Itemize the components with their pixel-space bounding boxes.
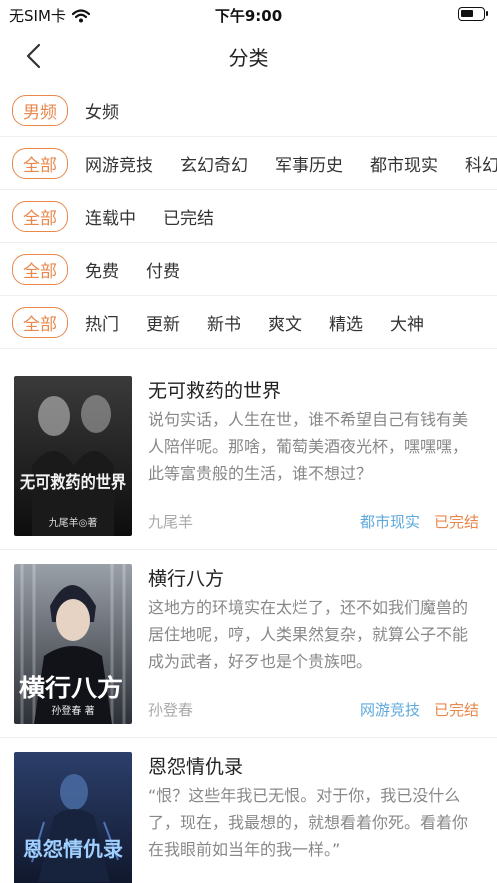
book-category-tag: 都市现实 — [359, 513, 420, 531]
filter-sort-master[interactable]: 大神 — [390, 308, 424, 337]
filter-status-all[interactable]: 全部 — [12, 200, 68, 232]
battery-icon — [458, 7, 488, 21]
page-title: 分类 — [228, 46, 269, 70]
book-status-tag: 已完结 — [433, 513, 479, 531]
book-author: 孙登春 — [148, 701, 194, 719]
filter-sort-updated[interactable]: 更新 — [146, 308, 180, 337]
filter-gender-male[interactable]: 男频 — [12, 94, 68, 126]
filter-sort-featured[interactable]: 精选 — [329, 308, 363, 337]
filter-genre-online-games[interactable]: 网游竞技 — [85, 149, 153, 178]
filter-row-sort: 全部 热门 更新 新书 爽文 精选 大神 — [0, 296, 497, 349]
filter-price-all[interactable]: 全部 — [12, 253, 68, 285]
book-title[interactable]: 无可救药的世界 — [148, 376, 281, 403]
filter-row-gender: 男频 女频 — [0, 84, 497, 137]
book-tags: 都市现实 已完结 — [360, 511, 479, 532]
filter-status-completed[interactable]: 已完结 — [163, 202, 214, 231]
book-title[interactable]: 横行八方 — [148, 564, 224, 591]
filter-price-paid[interactable]: 付费 — [146, 255, 180, 284]
cover-author-text: 九尾羊◎著 — [49, 516, 98, 529]
filter-gender-female[interactable]: 女频 — [85, 96, 119, 125]
book-item[interactable]: 横行八方 孙登春 著 横行八方 这地方的环境实在太烂了，还不如我们魔兽的居住地呢… — [0, 550, 497, 738]
filter-panel: 男频 女频 全部 网游竞技 玄幻奇幻 军事历史 都市现实 科幻 全部 连载中 已… — [0, 84, 497, 349]
book-category-tag: 网游竞技 — [359, 701, 420, 719]
filter-genre-fantasy[interactable]: 玄幻奇幻 — [180, 149, 248, 178]
filter-genre-scifi[interactable]: 科幻 — [465, 149, 497, 178]
filter-genre-military-history[interactable]: 军事历史 — [275, 149, 343, 178]
book-author: 九尾羊 — [148, 513, 194, 531]
book-description: “恨？这些年我已无恨。对于你，我已没什么了，现在，我最想的，就想看着你死。看着你… — [148, 786, 469, 859]
cover-title-text: 横行八方 — [19, 674, 123, 702]
filter-sort-all[interactable]: 全部 — [12, 306, 68, 338]
filter-genre-all[interactable]: 全部 — [12, 147, 68, 179]
filter-sort-thrilling[interactable]: 爽文 — [268, 308, 302, 337]
book-cover-art: 横行八方 孙登春 著 — [14, 564, 132, 724]
cover-title-text: 无可救药的世界 — [19, 472, 126, 493]
book-tags: 网游竞技 已完结 — [360, 699, 479, 720]
book-item[interactable]: 无可救药的世界 九尾羊◎著 无可救药的世界 说句实话，人生在世，谁不希望自己有钱… — [0, 362, 497, 550]
battery-level — [461, 10, 474, 17]
filter-row-genre: 全部 网游竞技 玄幻奇幻 军事历史 都市现实 科幻 — [0, 137, 497, 190]
book-cover-art: 无可救药的世界 九尾羊◎著 — [14, 376, 132, 536]
filter-sort-new[interactable]: 新书 — [207, 308, 241, 337]
filter-price-free[interactable]: 免费 — [85, 255, 119, 284]
book-list: 无可救药的世界 九尾羊◎著 无可救药的世界 说句实话，人生在世，谁不希望自己有钱… — [0, 362, 497, 883]
book-cover[interactable]: 恩怨情仇录 — [14, 752, 132, 883]
status-time: 下午9:00 — [214, 7, 283, 25]
filter-row-price: 全部 免费 付费 — [0, 243, 497, 296]
cover-title-text: 恩怨情仇录 — [23, 837, 123, 861]
book-cover[interactable]: 无可救药的世界 九尾羊◎著 — [14, 376, 132, 536]
filter-genre-urban[interactable]: 都市现实 — [370, 149, 438, 178]
book-status-tag: 已完结 — [433, 701, 479, 719]
book-description: 说句实话，人生在世，谁不希望自己有钱有美人陪伴呢。那啥，葡萄美酒夜光杯，嘿嘿嘿，… — [148, 410, 469, 483]
book-title[interactable]: 恩怨情仇录 — [148, 752, 243, 779]
book-cover-art: 恩怨情仇录 — [14, 752, 132, 883]
book-item[interactable]: 恩怨情仇录 恩怨情仇录 “恨？这些年我已无恨。对于你，我已没什么了，现在，我最想… — [0, 738, 497, 883]
filter-sort-hot[interactable]: 热门 — [85, 308, 119, 337]
nav-bar: 分类 — [0, 30, 497, 82]
book-cover[interactable]: 横行八方 孙登春 著 — [14, 564, 132, 724]
cover-author-text: 孙登春 著 — [51, 704, 94, 717]
filter-status-ongoing[interactable]: 连载中 — [85, 202, 136, 231]
filter-row-status: 全部 连载中 已完结 — [0, 190, 497, 243]
book-description: 这地方的环境实在太烂了，还不如我们魔兽的居住地呢，哼，人类果然复杂，就算公子不能… — [148, 598, 469, 671]
status-bar: 无SIM卡 下午9:00 — [0, 0, 497, 30]
